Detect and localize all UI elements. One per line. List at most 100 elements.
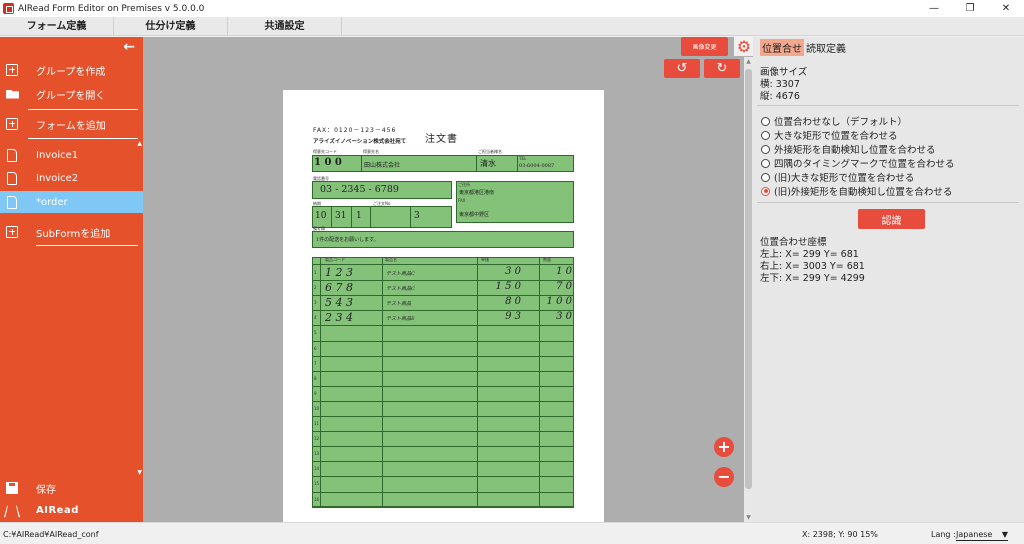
create-group-label: グループを作成	[36, 66, 106, 78]
value-tel: 03-6004-0087	[519, 163, 555, 169]
row-product-code: 2 3 4	[325, 311, 353, 325]
row-product-name: テスト商品	[386, 301, 412, 308]
chevron-down-icon: ▼	[1001, 529, 1008, 539]
divider-line	[476, 155, 477, 172]
table-row-line	[312, 431, 574, 433]
label-product-code: 製品コード	[325, 257, 345, 262]
option-large-rect[interactable]: 大きな矩形で位置を合わせる	[761, 128, 898, 142]
date-field-box[interactable]	[312, 206, 452, 228]
status-bar: C:¥AIRead¥AIRead_conf X: 2398; Y: 90 15%…	[0, 522, 1024, 544]
value-date-day: 31	[335, 211, 347, 221]
table-row-line	[312, 446, 574, 448]
sidebar-item-order[interactable]: *order	[0, 191, 143, 213]
recognize-button[interactable]: 認識	[858, 209, 925, 229]
option-label: 位置合わせなし（デフォルト）	[774, 117, 908, 128]
row-number: 10	[314, 405, 320, 411]
table-row-line	[312, 416, 574, 417]
settings-button[interactable]: ⚙	[734, 37, 754, 56]
radio-icon[interactable]	[761, 158, 770, 168]
row-product-name: テスト商品C	[386, 271, 415, 277]
table-row-line	[312, 325, 574, 327]
row-number: 6	[314, 345, 317, 351]
add-form-label: フォームを追加	[36, 120, 106, 132]
option-old-auto-detect[interactable]: (旧)外接矩形を自動検知し位置を合わせる	[761, 184, 952, 198]
scroll-down-icon[interactable]: ▼	[137, 469, 142, 476]
scroll-up-arrow[interactable]: ▲	[744, 58, 753, 65]
close-button[interactable]: ✕	[988, 0, 1024, 17]
create-group-button[interactable]: グループを作成	[0, 59, 143, 81]
form-label: *order	[36, 196, 68, 208]
row-qty: 1 0	[556, 266, 572, 277]
row-number: 5	[314, 330, 317, 336]
open-group-button[interactable]: グループを開く	[0, 83, 143, 105]
option-timing-marks[interactable]: 四隅のタイミングマークで位置を合わせる	[761, 156, 955, 170]
menu-form-definition[interactable]: フォーム定義	[0, 17, 114, 35]
minimize-button[interactable]: —	[916, 0, 952, 17]
form-label: Invoice2	[36, 172, 79, 184]
table-row-line	[312, 400, 574, 402]
table-row-line	[312, 340, 574, 342]
zoom-in-button[interactable]: +	[714, 437, 734, 457]
label-address: ご住所	[458, 182, 470, 187]
collapse-sidebar-icon[interactable]: ←	[123, 39, 135, 55]
language-select[interactable]: Japanese ▼	[956, 528, 1008, 541]
option-auto-detect[interactable]: 外接矩形を自動検知し位置を合わせる	[761, 142, 936, 156]
tab-read-definition[interactable]: 読取定義	[804, 39, 848, 56]
divider-line	[361, 155, 362, 172]
save-label: 保存	[36, 484, 56, 496]
label-fax: FAX	[458, 198, 466, 203]
row-unit-price: 8 0	[505, 296, 521, 308]
value-remarks: 1件の配送をお願いします。	[316, 237, 379, 243]
value-person: 清水	[480, 159, 496, 168]
radio-icon[interactable]	[761, 144, 770, 154]
value-customer-name: 田山株式会社	[364, 162, 401, 169]
divider-line	[517, 155, 518, 172]
restore-button[interactable]: ❐	[952, 0, 988, 17]
row-product-code: 5 4 3	[325, 296, 353, 310]
panel-divider	[757, 105, 1019, 106]
zoom-out-button[interactable]: −	[714, 467, 734, 487]
menu-common-settings[interactable]: 共通設定	[228, 17, 342, 35]
divider-line	[370, 206, 371, 228]
label-customer-name: 得意先名	[363, 149, 379, 154]
image-canvas[interactable]: 画像変更 ⚙ ↺ ↻ + − ▲ ▼ FAX：0120－123－456 アライズ…	[143, 37, 754, 522]
row-product-code: 6 7 8	[325, 281, 353, 295]
rotate-right-button[interactable]: ↻	[704, 59, 740, 78]
scrollbar-thumb[interactable]	[745, 69, 752, 489]
tab-alignment[interactable]: 位置合せ	[760, 39, 804, 56]
option-no-alignment[interactable]: 位置合わせなし（デフォルト）	[761, 114, 907, 128]
table-row-line	[312, 506, 574, 508]
row-number: 14	[314, 466, 320, 472]
title-bar: AIRead Form Editor on Premises v 5.0.0.0…	[0, 0, 1024, 17]
image-height: 縦: 4676	[760, 91, 800, 102]
coord-bottom-left: 左下: X= 299 Y= 4299	[760, 273, 865, 284]
menu-sort-definition[interactable]: 仕分け定義	[114, 17, 228, 35]
sidebar-item-invoice2[interactable]: Invoice2	[0, 167, 143, 189]
canvas-scrollbar[interactable]: ▲ ▼	[744, 57, 753, 522]
option-old-large-rect[interactable]: (旧)大きな矩形で位置を合わせる	[761, 170, 914, 184]
sidebar-item-invoice1[interactable]: Invoice1	[0, 144, 143, 166]
document-icon	[7, 171, 17, 185]
value-address-2: 東京都中野区	[459, 212, 490, 218]
save-button[interactable]: 保存	[0, 477, 143, 499]
folder-open-icon	[6, 89, 19, 99]
radio-icon[interactable]	[761, 116, 770, 126]
plus-box-icon	[6, 226, 18, 238]
option-label: 大きな矩形で位置を合わせる	[774, 131, 898, 142]
add-subform-button[interactable]: SubFormを追加	[0, 221, 143, 243]
rotate-left-button[interactable]: ↺	[664, 59, 700, 78]
radio-icon[interactable]	[761, 130, 770, 140]
label-qty: 数量	[543, 257, 551, 262]
radio-selected-icon[interactable]	[761, 186, 770, 196]
scroll-down-arrow[interactable]: ▼	[744, 514, 753, 521]
table-row-line	[312, 385, 574, 387]
row-number: 3	[314, 300, 317, 306]
radio-icon[interactable]	[761, 172, 770, 182]
image-change-button[interactable]: 画像変更	[681, 37, 728, 56]
airead-logo-icon	[3, 505, 21, 518]
value-phone: 03 - 2345 - 6789	[320, 184, 399, 195]
form-image[interactable]: FAX：0120－123－456 アライズイノベーション株式会社宛て 注文書 得…	[283, 90, 604, 522]
row-number: 15	[314, 481, 320, 487]
row-qty: 3 0	[556, 311, 572, 323]
add-form-button[interactable]: フォームを追加	[0, 113, 143, 135]
